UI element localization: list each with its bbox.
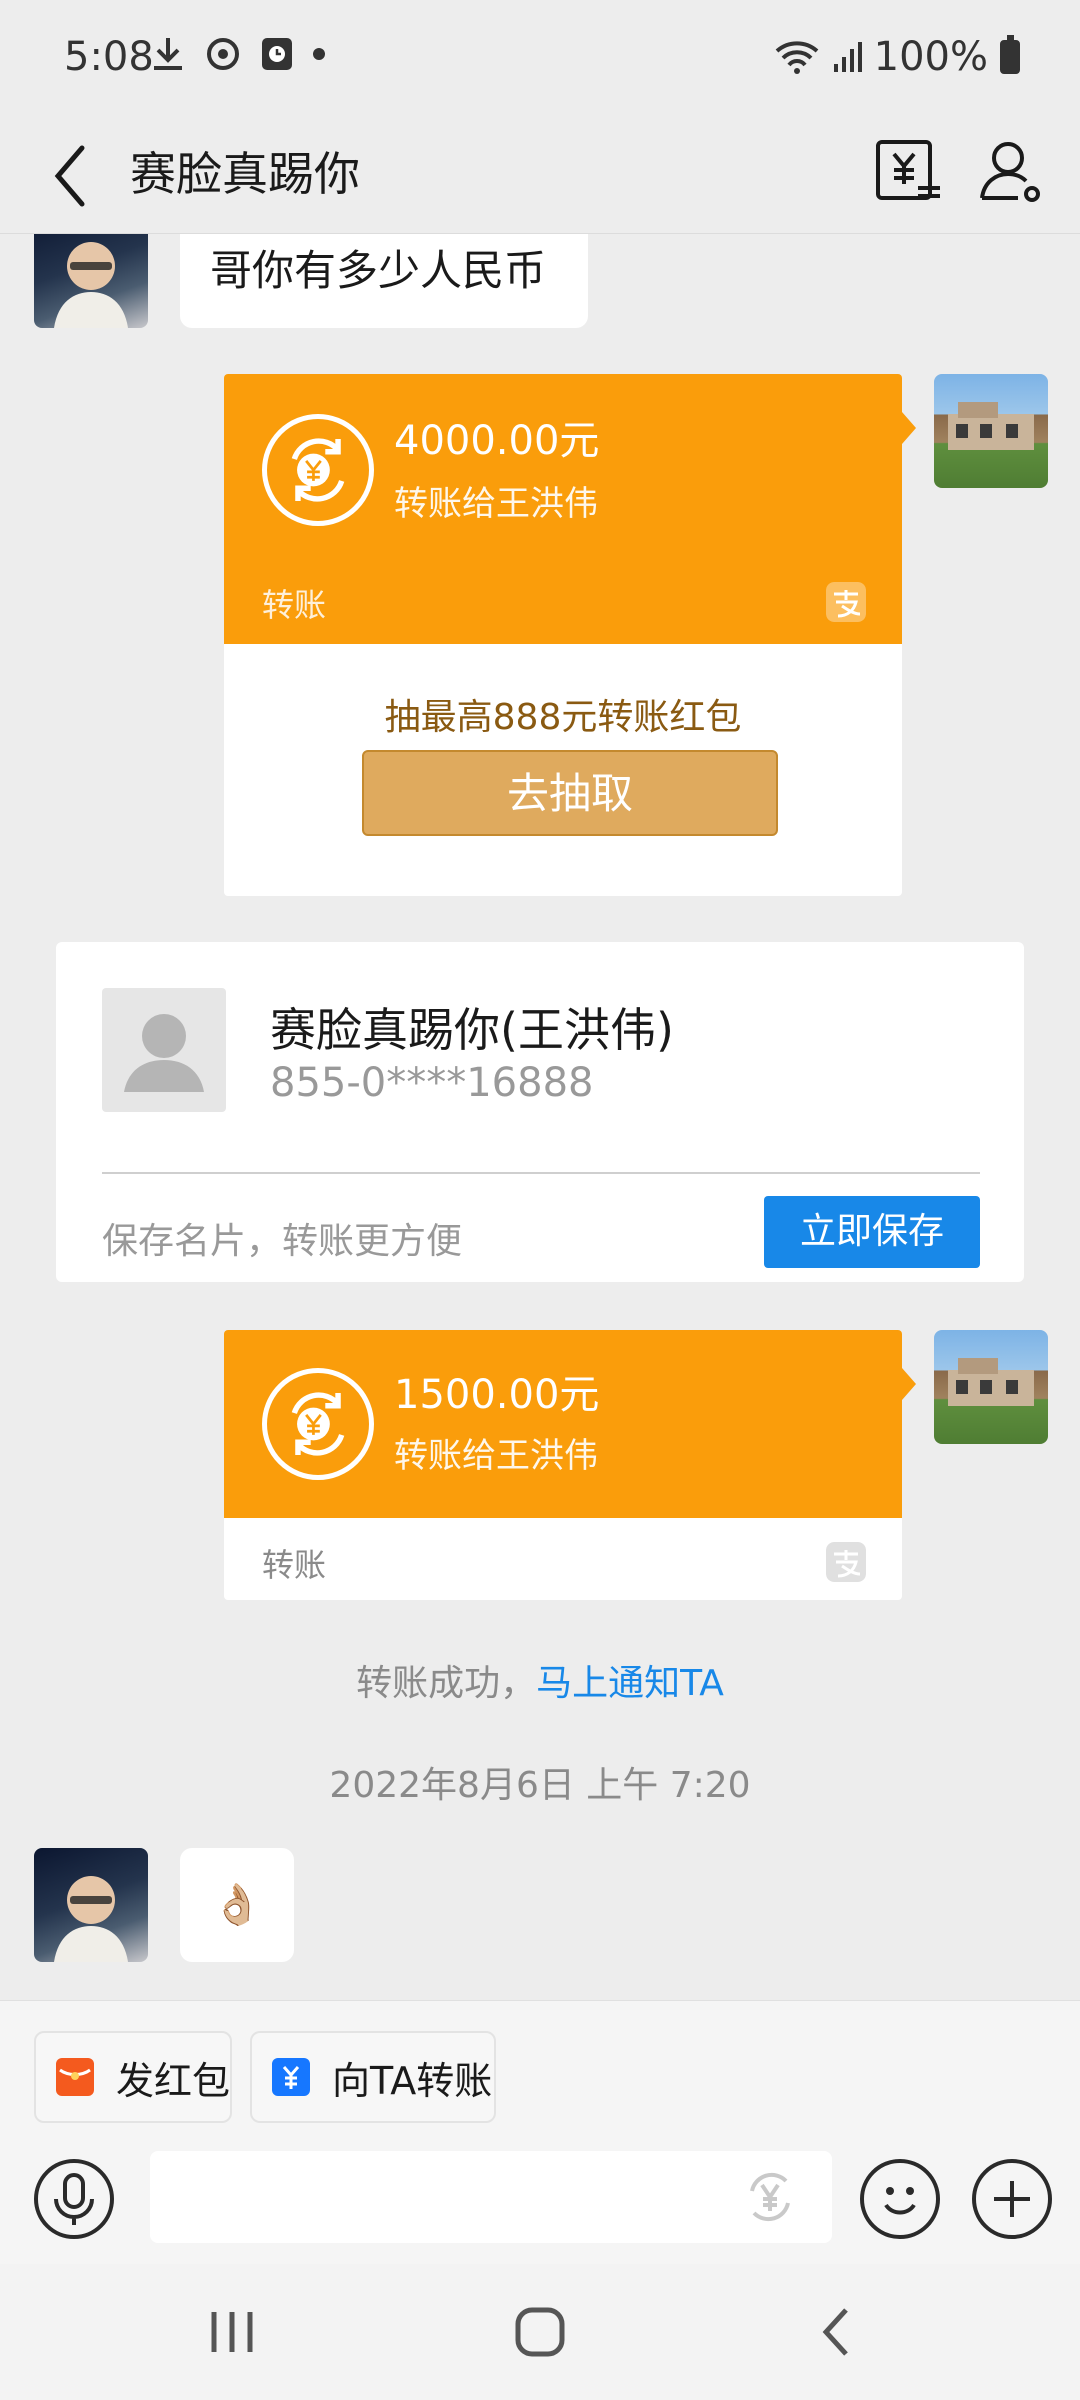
sync-icon — [207, 38, 239, 70]
battery-icon — [1000, 35, 1020, 74]
chat-messages[interactable]: 哥你有多少人民币 4000.00元 转账给王洪伟 转账 抽最高888元转账红包 … — [0, 234, 1080, 2000]
bill-icon[interactable] — [868, 132, 948, 212]
transfer-description: 转账给王洪伟 — [394, 484, 598, 524]
transfer-label: 转账 — [262, 1546, 327, 1584]
compose-area: 发红包 向TA转账 — [0, 2000, 1080, 2264]
transfer-to-ta-button[interactable]: 向TA转账 — [250, 2031, 496, 2123]
dot-icon — [313, 48, 325, 60]
contact-card[interactable]: 赛脸真踢你(王洪伟) 855-0****16888 保存名片，转账更方便 立即保… — [56, 942, 1024, 1282]
clock: 5:08 — [64, 34, 154, 80]
transfer-label: 转账 — [262, 586, 327, 624]
save-contact-button[interactable]: 立即保存 — [764, 1196, 980, 1268]
transfer-exchange-icon — [262, 1368, 374, 1480]
promo-text: 抽最高888元转账红包 — [384, 697, 742, 738]
my-avatar[interactable] — [934, 374, 1048, 488]
transfer-exchange-icon — [262, 414, 374, 526]
message-text: 哥你有多少人民币 — [210, 246, 547, 295]
user-profile-icon[interactable] — [972, 132, 1052, 212]
home-icon[interactable] — [506, 2298, 574, 2366]
signal-icon — [833, 42, 862, 72]
smiley-icon — [884, 2187, 916, 2215]
alipay-logo-icon — [826, 582, 866, 622]
plus-icon — [994, 2181, 1030, 2217]
transfer-card-1[interactable]: 4000.00元 转账给王洪伟 转账 抽最高888元转账红包 去抽取 — [224, 374, 902, 896]
divider — [102, 1172, 980, 1174]
success-text: 转账成功， — [356, 1663, 537, 1704]
notification-icons — [150, 34, 326, 74]
my-avatar[interactable] — [934, 1330, 1048, 1444]
chat-header: 赛脸真踢你 — [0, 116, 1080, 234]
yuan-transfer-icon[interactable] — [738, 2165, 802, 2229]
card-phone: 855-0****16888 — [270, 1060, 594, 1106]
emoji-message-bubble[interactable]: 👌🏼 — [180, 1848, 294, 1962]
battery-percent: 100% — [873, 34, 988, 80]
download-icon — [154, 38, 182, 70]
system-nav-bar — [0, 2264, 1080, 2400]
system-status: 100% — [774, 34, 1020, 80]
input-row — [0, 2151, 1080, 2255]
voice-button[interactable] — [34, 2159, 114, 2239]
emoji-ok-hand: 👌🏼 — [212, 1882, 262, 1928]
alipay-logo-icon — [826, 1542, 866, 1582]
transfer-card-2[interactable]: 1500.00元 转账给王洪伟 转账 — [224, 1330, 902, 1600]
bubble-tail — [902, 412, 916, 444]
card-avatar-placeholder — [102, 988, 226, 1112]
back-nav-icon[interactable] — [804, 2298, 872, 2366]
red-packet-label: 发红包 — [116, 2058, 231, 2103]
emoji-button[interactable] — [860, 2159, 940, 2239]
notify-link[interactable]: 马上通知TA — [536, 1663, 724, 1704]
incoming-message-bubble[interactable]: 哥你有多少人民币 — [180, 234, 588, 328]
transfer-amount: 1500.00元 — [394, 1372, 600, 1418]
message-timestamp: 2022年8月6日 上午 7:20 — [329, 1765, 751, 1806]
message-input[interactable] — [150, 2151, 832, 2243]
microphone-icon — [54, 2173, 94, 2225]
page-title: 赛脸真踢你 — [130, 147, 360, 201]
transfer-header: 4000.00元 转账给王洪伟 转账 — [224, 374, 902, 644]
clock-app-icon — [262, 38, 292, 70]
card-name: 赛脸真踢你(王洪伟) — [270, 1003, 674, 1057]
transfer-amount: 4000.00元 — [394, 418, 600, 464]
recent-apps-icon[interactable] — [198, 2298, 266, 2366]
wifi-icon — [775, 41, 818, 74]
card-hint: 保存名片，转账更方便 — [102, 1221, 463, 1262]
status-bar: 5:08 100% — [0, 0, 1080, 116]
contact-avatar[interactable] — [34, 1848, 148, 1962]
transfer-description: 转账给王洪伟 — [394, 1436, 598, 1476]
back-arrow-icon[interactable] — [44, 136, 104, 216]
draw-button[interactable]: 去抽取 — [362, 750, 778, 836]
red-packet-button[interactable]: 发红包 — [34, 2031, 232, 2123]
contact-avatar[interactable] — [34, 234, 148, 328]
more-button[interactable] — [972, 2159, 1052, 2239]
red-packet-icon — [56, 2058, 94, 2096]
transfer-to-ta-label: 向TA转账 — [332, 2058, 493, 2103]
transfer-header: 1500.00元 转账给王洪伟 — [224, 1330, 902, 1518]
transfer-success-note: 转账成功，马上通知TA — [0, 1654, 1080, 1706]
transfer-icon — [272, 2058, 310, 2096]
bubble-tail — [902, 1368, 916, 1400]
